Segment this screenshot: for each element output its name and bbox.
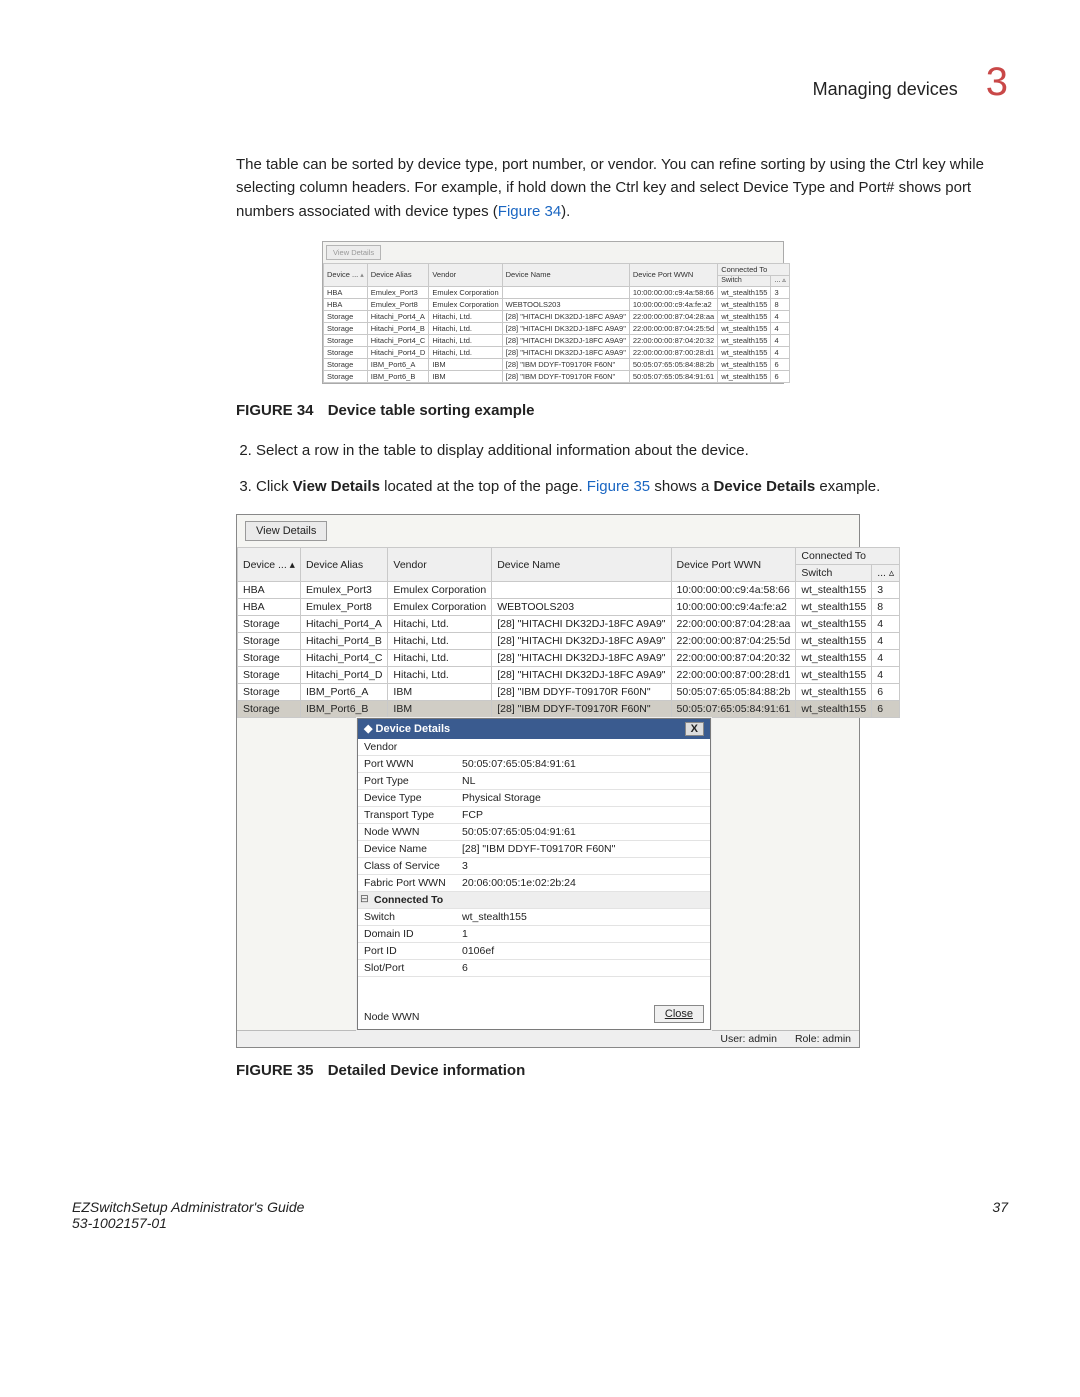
close-button[interactable]: Close <box>654 1005 704 1023</box>
detail-key: Port ID <box>358 943 456 960</box>
col-switch[interactable]: Switch <box>718 275 771 286</box>
table-row[interactable]: StorageHitachi_Port4_BHitachi, Ltd.[28] … <box>238 633 900 650</box>
detail-val: 20:06:00:05:1e:02:2b:24 <box>456 875 710 892</box>
detail-val: [28] "IBM DDYF-T09170R F60N" <box>456 841 710 858</box>
chapter-number: 3 <box>986 60 1008 105</box>
figure34-panel: View Details Device ... Device Alias Ven… <box>322 241 784 384</box>
figure34-label: FIGURE 34 <box>236 402 314 419</box>
col-alias[interactable]: Device Alias <box>367 263 429 286</box>
view-details-button[interactable]: View Details <box>245 521 327 541</box>
table-row[interactable]: StorageHitachi_Port4_DHitachi, Ltd.[28] … <box>324 347 790 359</box>
col-port[interactable]: ... ▵ <box>872 565 900 582</box>
figure35-label: FIGURE 35 <box>236 1062 314 1079</box>
detail-key: Port Type <box>358 773 456 790</box>
col-name[interactable]: Device Name <box>502 263 629 286</box>
device-table: Device ... ▴ Device Alias Vendor Device … <box>237 547 900 718</box>
col-name[interactable]: Device Name <box>492 548 671 582</box>
figure34-caption: Device table sorting example <box>328 402 535 419</box>
detail-key: Fabric Port WWN <box>358 875 456 892</box>
detail-val: NL <box>456 773 710 790</box>
figure35-caption: Detailed Device information <box>328 1062 526 1079</box>
footer-guide: EZSwitchSetup Administrator's Guide <box>72 1199 304 1215</box>
step-2: Select a row in the table to display add… <box>256 439 1008 463</box>
detail-key: Vendor <box>358 739 456 756</box>
detail-val: 1 <box>456 926 710 943</box>
close-icon[interactable]: X <box>685 722 704 736</box>
col-device[interactable]: Device ... <box>324 263 368 286</box>
table-row[interactable]: StorageIBM_Port6_AIBM[28] "IBM DDYF-T091… <box>324 359 790 371</box>
table-row[interactable]: HBAEmulex_Port8Emulex CorporationWEBTOOL… <box>324 299 790 311</box>
table-row[interactable]: HBAEmulex_Port3Emulex Corporation10:00:0… <box>238 582 900 599</box>
detail-key: Slot/Port <box>358 960 456 977</box>
detail-val: FCP <box>456 807 710 824</box>
detail-val: 0106ef <box>456 943 710 960</box>
detail-group[interactable]: Connected To <box>358 892 710 909</box>
device-details-title: ◆ Device Details <box>364 722 450 736</box>
col-alias[interactable]: Device Alias <box>300 548 387 582</box>
table-row[interactable]: StorageHitachi_Port4_CHitachi, Ltd.[28] … <box>238 650 900 667</box>
detail-key: Port WWN <box>358 756 456 773</box>
table-row[interactable]: HBAEmulex_Port3Emulex Corporation10:00:0… <box>324 287 790 299</box>
table-row[interactable]: StorageHitachi_Port4_CHitachi, Ltd.[28] … <box>324 335 790 347</box>
col-vendor[interactable]: Vendor <box>429 263 502 286</box>
table-row[interactable]: StorageIBM_Port6_BIBM[28] "IBM DDYF-T091… <box>238 701 900 718</box>
step-3: Click View Details located at the top of… <box>256 475 1008 499</box>
page-number: 37 <box>992 1199 1008 1231</box>
col-vendor[interactable]: Vendor <box>388 548 492 582</box>
detail-key: Device Type <box>358 790 456 807</box>
section-title: Managing devices <box>813 79 958 100</box>
detail-key: Class of Service <box>358 858 456 875</box>
table-row[interactable]: HBAEmulex_Port8Emulex CorporationWEBTOOL… <box>238 599 900 616</box>
col-wwn[interactable]: Device Port WWN <box>671 548 796 582</box>
device-table-small: Device ... Device Alias Vendor Device Na… <box>323 263 790 383</box>
table-row[interactable]: StorageHitachi_Port4_AHitachi, Ltd.[28] … <box>324 311 790 323</box>
table-row[interactable]: StorageHitachi_Port4_DHitachi, Ltd.[28] … <box>238 667 900 684</box>
detail-val: 3 <box>456 858 710 875</box>
figure35-panel: View Details Device ... ▴ Device Alias V… <box>236 514 860 1048</box>
detail-key: Switch <box>358 909 456 926</box>
table-row[interactable]: StorageIBM_Port6_AIBM[28] "IBM DDYF-T091… <box>238 684 900 701</box>
detail-key: Domain ID <box>358 926 456 943</box>
col-connected[interactable]: Connected To <box>796 548 900 565</box>
intro-paragraph: The table can be sorted by device type, … <box>236 153 1008 223</box>
detail-val <box>456 739 710 756</box>
detail-val: 50:05:07:65:05:04:91:61 <box>456 824 710 841</box>
node-wwn-label: Node WWN <box>364 1011 419 1023</box>
detail-val: wt_stealth155 <box>456 909 710 926</box>
figure34-link[interactable]: Figure 34 <box>498 203 561 220</box>
device-details-icon: ◆ <box>364 723 372 735</box>
status-user: User: admin <box>720 1033 777 1045</box>
table-row[interactable]: StorageHitachi_Port4_BHitachi, Ltd.[28] … <box>324 323 790 335</box>
detail-key: Transport Type <box>358 807 456 824</box>
detail-key: Device Name <box>358 841 456 858</box>
col-wwn[interactable]: Device Port WWN <box>629 263 717 286</box>
status-role: Role: admin <box>795 1033 851 1045</box>
table-row[interactable]: StorageHitachi_Port4_AHitachi, Ltd.[28] … <box>238 616 900 633</box>
detail-val: 50:05:07:65:05:84:91:61 <box>456 756 710 773</box>
detail-val: 6 <box>456 960 710 977</box>
footer-docnum: 53-1002157-01 <box>72 1215 304 1231</box>
col-switch[interactable]: Switch <box>796 565 872 582</box>
col-connected[interactable]: Connected To <box>718 263 790 275</box>
view-details-button-small[interactable]: View Details <box>326 245 381 260</box>
col-device[interactable]: Device ... ▴ <box>238 548 301 582</box>
figure35-link[interactable]: Figure 35 <box>587 478 650 495</box>
detail-key: Node WWN <box>358 824 456 841</box>
device-details-dialog: ◆ Device Details X VendorPort WWN50:05:0… <box>357 718 711 1030</box>
col-port[interactable]: ... ▵ <box>771 275 789 286</box>
table-row[interactable]: StorageIBM_Port6_BIBM[28] "IBM DDYF-T091… <box>324 371 790 383</box>
detail-val: Physical Storage <box>456 790 710 807</box>
